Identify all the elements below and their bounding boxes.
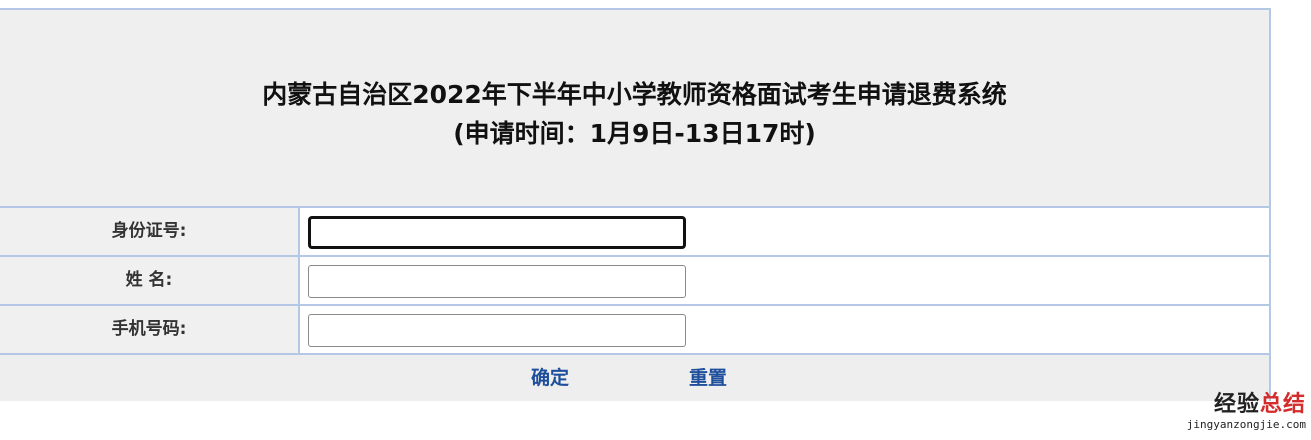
watermark-logo: 经验总结: [1160, 392, 1306, 418]
page-title: 内蒙古自治区2022年下半年中小学教师资格面试考生申请退费系统: [262, 80, 1007, 109]
page-header: 内蒙古自治区2022年下半年中小学教师资格面试考生申请退费系统 (申请时间：1月…: [0, 10, 1269, 208]
name-cell: [300, 257, 1269, 304]
watermark-text-red: 总结: [1259, 392, 1306, 417]
refund-form-panel: 内蒙古自治区2022年下半年中小学教师资格面试考生申请退费系统 (申请时间：1月…: [0, 8, 1271, 401]
watermark-domain: jingyanzongjie.com: [1186, 418, 1306, 431]
phone-cell: [300, 306, 1269, 353]
id-number-input[interactable]: [308, 216, 686, 249]
form-actions: 确定 重置: [0, 355, 1269, 401]
name-input[interactable]: [308, 265, 686, 298]
phone-label: 手机号码:: [0, 306, 300, 353]
form-row-phone: 手机号码:: [0, 306, 1269, 355]
submit-button[interactable]: 确定: [531, 355, 569, 401]
reset-button[interactable]: 重置: [689, 355, 727, 401]
form-row-id-number: 身份证号:: [0, 208, 1269, 257]
watermark-text-dark: 经验: [1213, 392, 1260, 417]
application-period: (申请时间：1月9日-13日17时): [453, 119, 816, 148]
id-number-label: 身份证号:: [0, 208, 300, 255]
id-number-cell: [300, 208, 1269, 255]
site-watermark: 经验总结 jingyanzongjie.com: [1160, 392, 1306, 432]
form-row-name: 姓 名:: [0, 257, 1269, 306]
phone-input[interactable]: [308, 314, 686, 347]
name-label: 姓 名:: [0, 257, 300, 304]
